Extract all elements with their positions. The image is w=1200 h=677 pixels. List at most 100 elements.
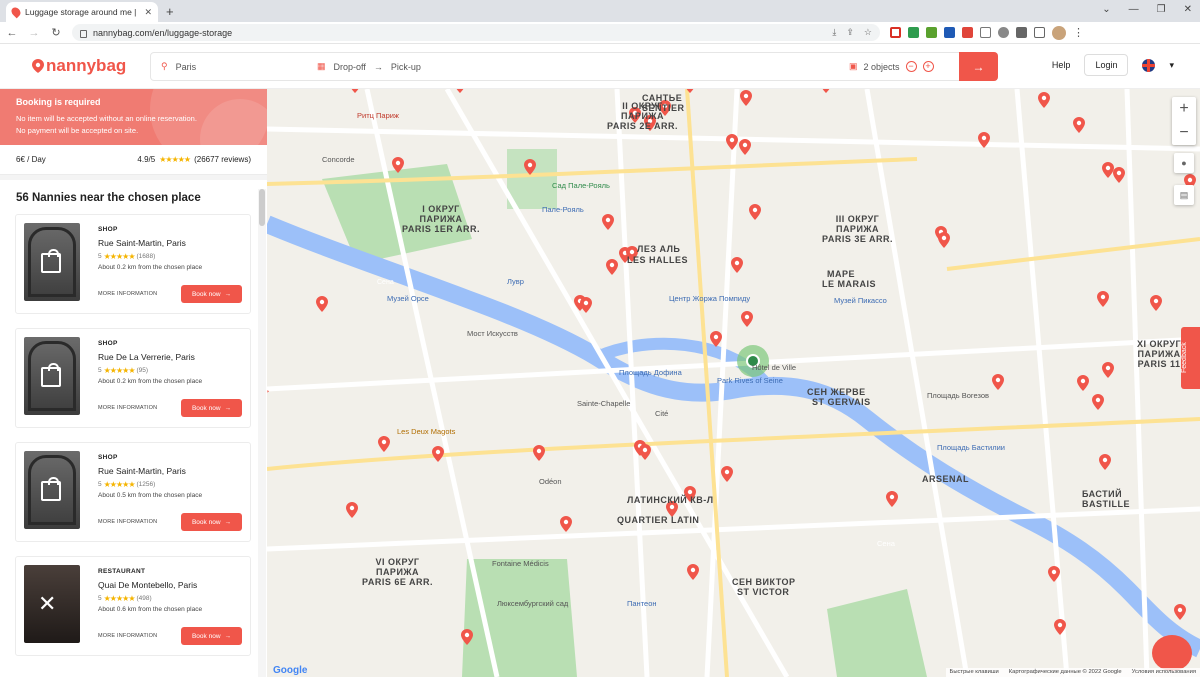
back-icon[interactable]: ← bbox=[6, 27, 18, 39]
red-extension-icon[interactable] bbox=[962, 27, 973, 38]
map-poi-label[interactable]: Ритц Париж bbox=[357, 111, 399, 120]
district-label: ST VICTOR bbox=[737, 587, 790, 597]
map-poi-label[interactable]: Музей Орсе bbox=[387, 294, 429, 303]
doc-extension-icon[interactable] bbox=[980, 27, 991, 38]
district-label: БАСТИЙ bbox=[1082, 489, 1123, 499]
map-footer: Быстрые клавиши Картографические данные … bbox=[945, 668, 1200, 677]
blue-extension-icon[interactable] bbox=[944, 27, 955, 38]
booking-notice: Booking is required No item will be acce… bbox=[0, 89, 267, 145]
more-information-link[interactable]: MORE INFORMATION bbox=[98, 405, 157, 411]
scrollbar-thumb[interactable] bbox=[259, 189, 265, 226]
nannybag-logo[interactable]: nannybag bbox=[32, 56, 150, 76]
book-now-button[interactable]: Book now → bbox=[181, 627, 242, 645]
green-extension-icon[interactable] bbox=[908, 27, 919, 38]
decrease-objects-button[interactable]: − bbox=[905, 61, 917, 72]
map-poi-label[interactable]: Лувр bbox=[507, 277, 524, 286]
more-information-link[interactable]: MORE INFORMATION bbox=[98, 633, 157, 639]
listing-rating: 5 ★★★★★ (498) bbox=[98, 594, 152, 603]
green-leaf-extension-icon[interactable] bbox=[926, 27, 937, 38]
listing-card[interactable]: SHOP Rue Saint-Martin, Paris 5 ★★★★★ (1256… bbox=[15, 442, 251, 542]
map-poi-label[interactable]: Музей Пикассо bbox=[834, 296, 887, 305]
nannybag-favicon-icon bbox=[9, 5, 23, 19]
listing-name[interactable]: Rue De La Verrerie, Paris bbox=[98, 352, 242, 362]
search-submit-button[interactable]: → bbox=[959, 52, 998, 81]
pegman-icon[interactable]: ● bbox=[1174, 153, 1194, 173]
map-poi-label[interactable]: Les Deux Magots bbox=[397, 427, 455, 436]
map-poi-label[interactable]: Площадь Дофина bbox=[619, 368, 682, 377]
map-poi-label[interactable]: Пале-Рояль bbox=[542, 205, 584, 214]
help-link[interactable]: Help bbox=[1052, 60, 1071, 70]
browser-menu-icon[interactable]: ⋮ bbox=[1073, 26, 1084, 39]
chat-bubble-icon[interactable] bbox=[1152, 635, 1192, 671]
river-label: Сена bbox=[877, 539, 895, 548]
search-box: ⚲ Paris ▦ Drop-off → Pick-up ▣ 2 objects… bbox=[150, 52, 998, 81]
tablet-icon[interactable] bbox=[1034, 27, 1045, 38]
map-poi-label: Concorde bbox=[322, 155, 355, 164]
dates-field[interactable]: ▦ Drop-off → Pick-up bbox=[311, 53, 849, 80]
district-label: ЛАТИНСКИЙ КВ-Л bbox=[627, 495, 714, 505]
puzzle-extensions-icon[interactable] bbox=[1016, 27, 1027, 38]
listing-rating: 5 ★★★★★ (1688) bbox=[98, 252, 156, 261]
listing-thumbnail bbox=[24, 451, 80, 529]
share-icon[interactable]: ⇪ bbox=[846, 27, 854, 38]
listing-name[interactable]: Rue Saint-Martin, Paris bbox=[98, 466, 242, 476]
expand-panel-arrow-icon[interactable]: → bbox=[267, 385, 273, 401]
close-window-icon[interactable]: ✕ bbox=[1184, 4, 1192, 15]
reload-icon[interactable]: ↻ bbox=[50, 26, 62, 39]
zoom-in-button[interactable]: + bbox=[1179, 97, 1188, 121]
feedback-tab[interactable]: Feedback bbox=[1181, 327, 1200, 389]
listing-slot: SHOP Rue Saint-Martin, Paris 5 ★★★★★ (1688… bbox=[0, 214, 267, 328]
map-poi-label[interactable]: Площадь Бастилии bbox=[937, 443, 1005, 452]
terms-link[interactable]: Условия использования bbox=[1132, 669, 1196, 676]
more-information-link[interactable]: MORE INFORMATION bbox=[98, 519, 157, 525]
gmail-extension-icon[interactable] bbox=[890, 27, 901, 38]
install-icon[interactable]: ⤓ bbox=[832, 27, 836, 38]
listing-name[interactable]: Quai De Montebello, Paris bbox=[98, 580, 242, 590]
map-poi-label[interactable]: Пантеон bbox=[627, 599, 657, 608]
uk-flag-icon[interactable] bbox=[1142, 58, 1156, 72]
restore-icon[interactable]: ❐ bbox=[1157, 4, 1166, 15]
results-panel: Booking is required No item will be acce… bbox=[0, 89, 267, 677]
book-now-button[interactable]: Book now → bbox=[181, 399, 242, 417]
logo-pin-icon bbox=[32, 59, 44, 73]
arrondissement-label: I ОКРУГ ПАРИЖА PARIS 1ER ARR. bbox=[402, 204, 481, 234]
listing-card[interactable]: ✕ RESTAURANT Quai De Montebello, Paris 5… bbox=[15, 556, 251, 656]
circle-extension-icon[interactable] bbox=[998, 27, 1009, 38]
arrondissement-label: VI ОКРУГ ПАРИЖА PARIS 6E ARR. bbox=[362, 557, 434, 587]
listing-name[interactable]: Rue Saint-Martin, Paris bbox=[98, 238, 242, 248]
close-tab-icon[interactable]: ✕ bbox=[144, 7, 152, 18]
listing-type: SHOP bbox=[98, 454, 118, 461]
location-value: Paris bbox=[175, 61, 197, 72]
results-scrollbar[interactable] bbox=[258, 189, 266, 677]
listing-card[interactable]: SHOP Rue Saint-Martin, Paris 5 ★★★★★ (1688… bbox=[15, 214, 251, 314]
profile-avatar[interactable] bbox=[1052, 25, 1066, 40]
map-poi-label[interactable]: Центр Жоржа Помпиду bbox=[669, 294, 750, 303]
zoom-control: + − bbox=[1172, 97, 1196, 145]
more-information-link[interactable]: MORE INFORMATION bbox=[98, 291, 157, 297]
shop-bag-icon bbox=[41, 363, 61, 387]
book-now-button[interactable]: Book now → bbox=[181, 285, 242, 303]
chevron-down-icon[interactable]: ⌄ bbox=[1102, 4, 1110, 15]
minimize-icon[interactable]: — bbox=[1129, 4, 1139, 15]
map-poi-label[interactable]: Сад Пале-Рояль bbox=[552, 181, 610, 190]
login-button[interactable]: Login bbox=[1084, 54, 1129, 76]
keyboard-shortcuts-link[interactable]: Быстрые клавиши bbox=[950, 669, 999, 676]
listing-slot: ✕ RESTAURANT Quai De Montebello, Paris 5… bbox=[0, 556, 267, 670]
increase-objects-button[interactable]: + bbox=[922, 61, 934, 72]
book-now-button[interactable]: Book now → bbox=[181, 513, 242, 531]
arrondissement-label: III ОКРУГ ПАРИЖА PARIS 3E ARR. bbox=[822, 214, 894, 244]
map[interactable]: Сена II ОКРУГ ПАРИЖА PARIS 2E ARR. I ОКРУГ… bbox=[267, 89, 1200, 677]
zoom-out-button[interactable]: − bbox=[1179, 121, 1188, 145]
browser-tab[interactable]: Luggage storage around me | Na ✕ bbox=[6, 2, 158, 22]
print-icon[interactable]: ▤ bbox=[1174, 185, 1194, 205]
language-chevron-icon[interactable]: ▾ bbox=[1169, 60, 1174, 71]
listing-card[interactable]: SHOP Rue De La Verrerie, Paris 5 ★★★★★ (95… bbox=[15, 328, 251, 428]
map-poi-label[interactable]: Park Rives of Seine bbox=[717, 376, 783, 385]
forward-icon[interactable]: → bbox=[28, 27, 40, 39]
star-icon[interactable]: ☆ bbox=[864, 27, 872, 38]
address-bar[interactable]: nannybag.com/en/luggage-storage ⤓ ⇪ ☆ bbox=[72, 24, 880, 41]
location-field[interactable]: ⚲ Paris bbox=[151, 53, 311, 80]
new-tab-icon[interactable]: + bbox=[166, 4, 174, 19]
rating-stars: ★★★★★ bbox=[159, 155, 191, 164]
rating-score: 4.9/5 bbox=[137, 155, 156, 164]
